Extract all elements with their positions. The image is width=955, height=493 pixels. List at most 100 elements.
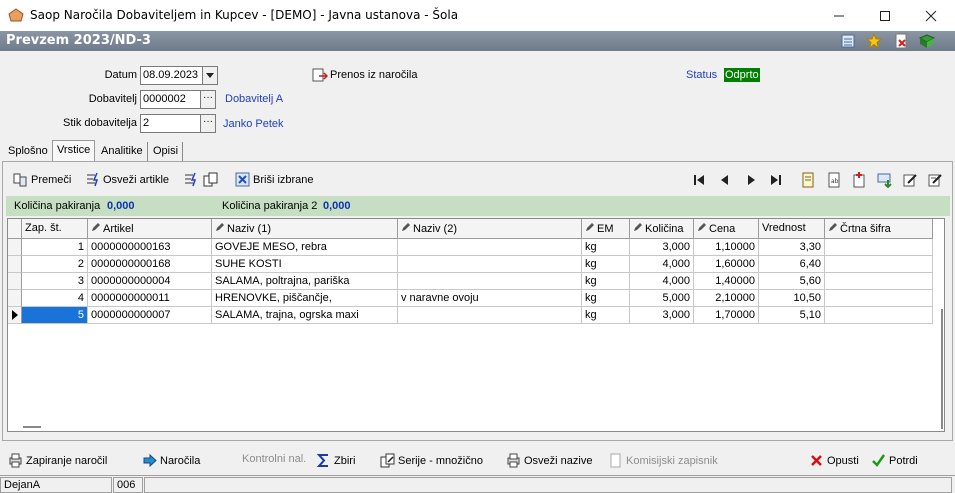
row-indicator[interactable] (8, 307, 22, 324)
table-row[interactable]: 1 0000000000163 GOVEJE MESO, rebra kg 3,000 1… (8, 239, 942, 256)
copy-rows-button[interactable] (203, 172, 218, 187)
cell-crtna-sifra[interactable] (825, 256, 933, 273)
premeci-button[interactable]: Premeči (13, 172, 71, 187)
row-indicator[interactable] (8, 256, 22, 273)
brisi-izbrane-button[interactable]: Briši izbrane (235, 172, 314, 187)
cell-zap-st[interactable]: 1 (22, 239, 88, 256)
column-header-zap-st[interactable]: Zap. št. (22, 219, 88, 239)
table-row[interactable]: 3 0000000000004 SALAMA, poltrajna, pariška… (8, 273, 942, 290)
komisijski-zapisnik-button[interactable]: Komisijski zapisnik (608, 453, 718, 468)
dobavitelj-field[interactable]: 0000002 (140, 90, 202, 109)
cell-crtna-sifra[interactable] (825, 307, 933, 324)
cell-cena[interactable]: 1,60000 (694, 256, 759, 273)
column-header-em[interactable]: EM (582, 219, 630, 239)
cell-zap-st[interactable]: 5 (22, 307, 88, 324)
cell-naziv1[interactable]: GOVEJE MESO, rebra (212, 239, 398, 256)
serije-mnozicno-button[interactable]: Serije - množično (380, 453, 483, 468)
stik-name-link[interactable]: Janko Petek (223, 118, 284, 130)
cell-cena[interactable]: 1,40000 (694, 273, 759, 290)
row-indicator[interactable] (8, 290, 22, 307)
cell-zap-st[interactable]: 4 (22, 290, 88, 307)
column-header-naziv2[interactable]: Naziv (2) (398, 219, 582, 239)
cell-cena[interactable]: 1,70000 (694, 307, 759, 324)
cell-naziv2[interactable] (398, 256, 582, 273)
first-record-icon[interactable] (691, 172, 707, 188)
table-row[interactable]: 5 0000000000007 SALAMA, trajna, ogrska max… (8, 307, 942, 324)
list-icon[interactable] (840, 33, 856, 49)
cell-kolicina[interactable]: 3,000 (630, 307, 694, 324)
column-header-artikel[interactable]: Artikel (88, 219, 212, 239)
horizontal-scroll-thumb[interactable] (23, 426, 41, 428)
cell-naziv1[interactable]: SALAMA, trajna, ogrska maxi (212, 307, 398, 324)
column-header-kolicina[interactable]: Količina (630, 219, 694, 239)
zapiranje-narocil-button[interactable]: Zapiranje naročil (8, 453, 107, 468)
lightning-button[interactable] (183, 172, 198, 187)
cell-kolicina[interactable]: 4,000 (630, 256, 694, 273)
edit-all-icon[interactable] (927, 172, 943, 188)
prenos-button[interactable]: Prenos iz naročila (312, 68, 417, 82)
cell-cena[interactable]: 2,10000 (694, 290, 759, 307)
tab-vrstice[interactable]: Vrstice (52, 140, 96, 161)
cell-naziv2[interactable] (398, 273, 582, 290)
cell-em[interactable]: kg (582, 290, 630, 307)
cell-zap-st[interactable]: 3 (22, 273, 88, 290)
datum-dropdown-button[interactable] (202, 66, 218, 85)
cell-naziv1[interactable]: HRENOVKE, piščančje, (212, 290, 398, 307)
kontrolni-nal-button[interactable]: Kontrolni nal. (242, 453, 306, 465)
stik-field[interactable]: 2 (140, 114, 202, 133)
maximize-button[interactable] (862, 0, 908, 31)
column-header-vrednost[interactable]: Vrednost (759, 219, 825, 239)
last-record-icon[interactable] (768, 172, 784, 188)
cell-em[interactable]: kg (582, 256, 630, 273)
cell-artikel[interactable]: 0000000000168 (88, 256, 212, 273)
edit-icon[interactable] (902, 172, 918, 188)
cell-em[interactable]: kg (582, 239, 630, 256)
insert-row-icon[interactable] (851, 172, 867, 188)
cell-em[interactable]: kg (582, 307, 630, 324)
cell-crtna-sifra[interactable] (825, 239, 933, 256)
cell-naziv1[interactable]: SALAMA, poltrajna, pariška (212, 273, 398, 290)
cell-naziv1[interactable]: SUHE KOSTI (212, 256, 398, 273)
cell-vrednost[interactable]: 3,30 (759, 239, 825, 256)
cell-vrednost[interactable]: 5,60 (759, 273, 825, 290)
cell-kolicina[interactable]: 5,000 (630, 290, 694, 307)
cell-em[interactable]: kg (582, 273, 630, 290)
cell-kolicina[interactable]: 4,000 (630, 273, 694, 290)
minimize-button[interactable] (816, 0, 862, 31)
column-header-cena[interactable]: Cena (694, 219, 759, 239)
cell-zap-st[interactable]: 2 (22, 256, 88, 273)
document-ab-icon[interactable]: ab (826, 172, 842, 188)
osvezi-nazive-button[interactable]: Osveži nazive (506, 453, 592, 468)
next-record-icon[interactable] (743, 172, 759, 188)
star-icon[interactable] (866, 33, 882, 49)
cell-vrednost[interactable]: 10,50 (759, 290, 825, 307)
dobavitelj-name-link[interactable]: Dobavitelj A (225, 93, 283, 105)
cell-naziv2[interactable] (398, 307, 582, 324)
vertical-scrollbar[interactable] (940, 219, 944, 431)
table-row[interactable]: 2 0000000000168 SUHE KOSTI kg 4,000 1,60000 6,… (8, 256, 942, 273)
cell-vrednost[interactable]: 5,10 (759, 307, 825, 324)
delete-document-icon[interactable] (893, 33, 909, 49)
row-indicator[interactable] (8, 239, 22, 256)
table-row[interactable]: 4 0000000000011 HRENOVKE, piščančje, v nara… (8, 290, 942, 307)
potrdi-button[interactable]: Potrdi (871, 453, 918, 468)
download-row-icon[interactable] (877, 172, 893, 188)
cell-naziv2[interactable]: v naravne ovoju (398, 290, 582, 307)
tab-opisi[interactable]: Opisi (149, 142, 184, 161)
close-button[interactable] (908, 0, 954, 31)
book-icon[interactable] (919, 33, 935, 49)
opusti-button[interactable]: Opusti (809, 453, 859, 468)
zbiri-button[interactable]: Zbiri (316, 453, 355, 468)
row-indicator[interactable] (8, 273, 22, 290)
cell-vrednost[interactable]: 6,40 (759, 256, 825, 273)
cell-artikel[interactable]: 0000000000011 (88, 290, 212, 307)
cell-kolicina[interactable]: 3,000 (630, 239, 694, 256)
cell-crtna-sifra[interactable] (825, 273, 933, 290)
osvezi-artikle-button[interactable]: Osveži artikle (85, 172, 169, 187)
tab-analitike[interactable]: Analitike (97, 142, 148, 161)
new-document-icon[interactable] (800, 172, 816, 188)
narocila-button[interactable]: Naročila (142, 453, 200, 468)
column-header-crtna-sifra[interactable]: Črtna šifra (825, 219, 933, 239)
cell-crtna-sifra[interactable] (825, 290, 933, 307)
cell-naziv2[interactable] (398, 239, 582, 256)
